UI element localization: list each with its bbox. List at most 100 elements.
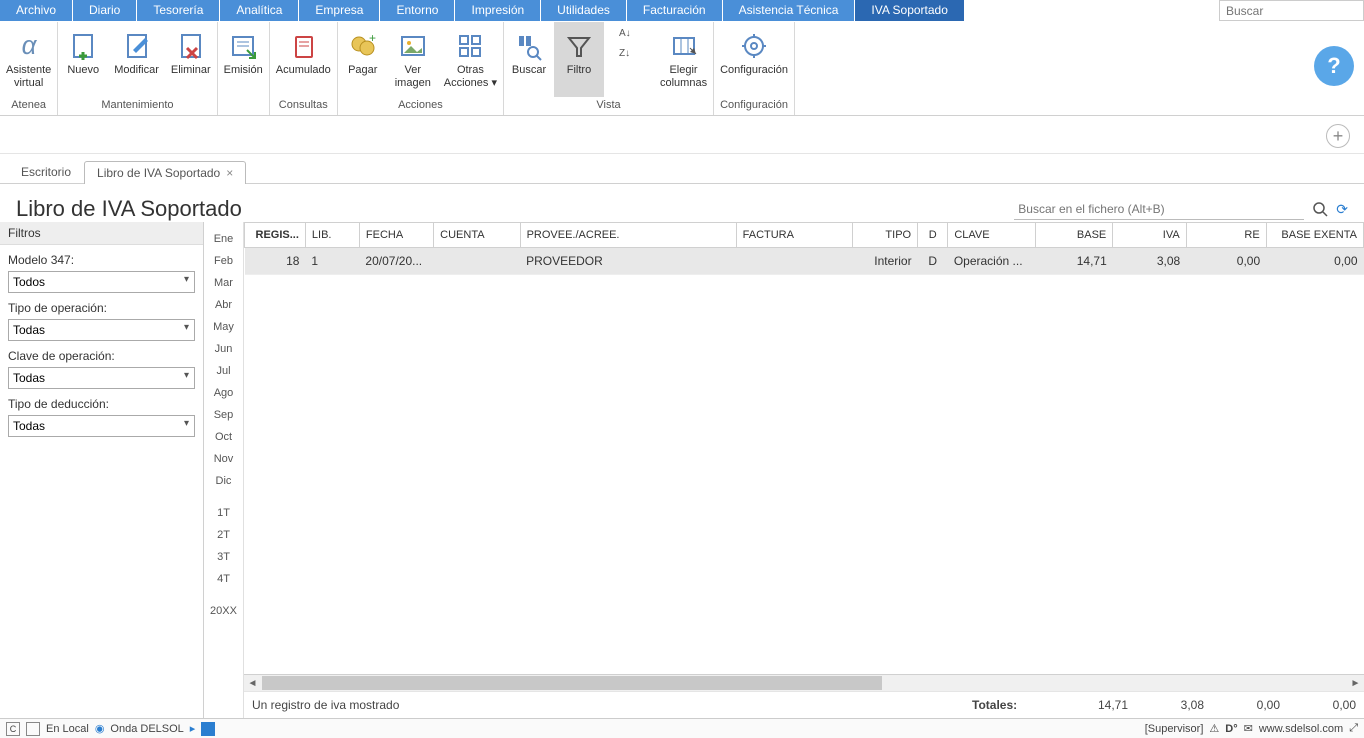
month-1t[interactable]: 1T [204, 502, 243, 524]
status-c-icon[interactable]: C [6, 722, 20, 736]
col-header[interactable]: D [918, 223, 948, 248]
month-4t[interactable]: 4T [204, 568, 243, 590]
total-value: 14,71 [1052, 698, 1128, 712]
month-sep[interactable]: Sep [204, 404, 243, 426]
menu-analítica[interactable]: Analítica [220, 0, 299, 21]
month-feb[interactable]: Feb [204, 250, 243, 272]
col-header[interactable]: FACTURA [736, 223, 853, 248]
totals-label: Totales: [972, 698, 1052, 712]
delete-icon [175, 30, 207, 62]
refresh-icon[interactable]: ⟳ [1336, 201, 1348, 218]
warning-icon[interactable]: ⚠ [1209, 722, 1219, 735]
sort-icon: A↓Z↓ [613, 30, 645, 62]
month-ago[interactable]: Ago [204, 382, 243, 404]
month-filter-column: EneFebMarAbrMayJunJulAgoSepOctNovDic 1T2T… [204, 222, 244, 718]
ribbon-btn-label: Emisión [224, 64, 263, 77]
month-nov[interactable]: Nov [204, 448, 243, 470]
month-3t[interactable]: 3T [204, 546, 243, 568]
mail-icon[interactable]: ✉ [1244, 722, 1253, 735]
status-box-icon[interactable] [26, 722, 40, 736]
menu-tesorería[interactable]: Tesorería [137, 0, 220, 21]
menu-impresión[interactable]: Impresión [455, 0, 541, 21]
status-url[interactable]: www.sdelsol.com [1259, 723, 1343, 735]
filter-select-2[interactable]: Todas [8, 367, 195, 389]
month-mar[interactable]: Mar [204, 272, 243, 294]
close-icon[interactable]: × [226, 166, 233, 180]
month-dic[interactable]: Dic [204, 470, 243, 492]
total-value: 0,00 [1204, 698, 1280, 712]
search-icon[interactable] [1312, 201, 1328, 217]
d-icon[interactable]: D° [1225, 723, 1237, 735]
status-onda[interactable]: Onda DELSOL [110, 723, 183, 735]
emit-icon [227, 30, 259, 62]
ribbon-btn-label: Buscar [512, 64, 546, 77]
month-20xx[interactable]: 20XX [204, 600, 243, 622]
ribbon-btn-asistente[interactable]: αAsistente virtual [0, 22, 57, 97]
col-header[interactable]: CUENTA [434, 223, 520, 248]
menu-facturación[interactable]: Facturación [627, 0, 723, 21]
menu-utilidades[interactable]: Utilidades [541, 0, 627, 21]
menu-iva-soportado[interactable]: IVA Soportado [855, 0, 965, 21]
col-header[interactable]: LIB. [305, 223, 359, 248]
play-icon[interactable]: ▸ [190, 722, 196, 735]
table-scroll[interactable]: REGIS...LIB.FECHACUENTAPROVEE./ACREE.FAC… [244, 222, 1364, 674]
menu-diario[interactable]: Diario [73, 0, 137, 21]
status-calendar-icon[interactable] [201, 722, 215, 736]
ribbon-btn-eliminar[interactable]: Eliminar [165, 22, 217, 97]
ribbon-btn-filtro[interactable]: Filtro [554, 22, 604, 97]
file-search-input[interactable] [1014, 199, 1304, 220]
month-oct[interactable]: Oct [204, 426, 243, 448]
month-ene[interactable]: Ene [204, 228, 243, 250]
filter-select-1[interactable]: Todas [8, 319, 195, 341]
scroll-left-icon[interactable]: ◄ [244, 675, 261, 692]
global-search-input[interactable] [1219, 0, 1364, 21]
ribbon-btn-buscar[interactable]: Buscar [504, 22, 554, 97]
col-header[interactable]: BASE [1035, 223, 1113, 248]
col-header[interactable]: CLAVE [948, 223, 1035, 248]
ribbon-btn-otras[interactable]: Otras Acciones ▾ [438, 22, 503, 97]
col-header[interactable]: BASE EXENTA [1266, 223, 1363, 248]
add-button[interactable]: + [1326, 124, 1350, 148]
col-header[interactable]: FECHA [359, 223, 433, 248]
month-2t[interactable]: 2T [204, 524, 243, 546]
col-header[interactable]: REGIS... [245, 223, 306, 248]
filter-select-3[interactable]: Todas [8, 415, 195, 437]
month-jun[interactable]: Jun [204, 338, 243, 360]
month-may[interactable]: May [204, 316, 243, 338]
month-abr[interactable]: Abr [204, 294, 243, 316]
tab-escritorio[interactable]: Escritorio [8, 160, 84, 183]
document-tabs: EscritorioLibro de IVA Soportado× [0, 160, 1364, 184]
menu-asistencia-técnica[interactable]: Asistencia Técnica [723, 0, 856, 21]
ribbon-group-Atenea: αAsistente virtualAtenea [0, 22, 58, 115]
tab-libro-de-iva-soportado[interactable]: Libro de IVA Soportado× [84, 161, 246, 184]
col-header[interactable]: PROVEE./ACREE. [520, 223, 736, 248]
menu-entorno[interactable]: Entorno [380, 0, 455, 21]
help-button[interactable]: ? [1314, 46, 1354, 86]
horizontal-scrollbar[interactable]: ◄ ► [244, 674, 1364, 691]
menu-empresa[interactable]: Empresa [299, 0, 380, 21]
ribbon-btn-nuevo[interactable]: Nuevo [58, 22, 108, 97]
ribbon-btn-modificar[interactable]: Modificar [108, 22, 165, 97]
filter-select-0[interactable]: Todos [8, 271, 195, 293]
ribbon-btn-label: Modificar [114, 64, 159, 77]
month-jul[interactable]: Jul [204, 360, 243, 382]
table-row[interactable]: 18120/07/20...PROVEEDORInteriorDOperació… [245, 248, 1364, 275]
col-header[interactable]: TIPO [853, 223, 918, 248]
ribbon-btn-sort[interactable]: A↓Z↓ [604, 22, 654, 97]
ribbon-btn-emisi-n[interactable]: Emisión [218, 22, 269, 109]
ribbon-btn-configuraci-n[interactable]: Configuración [714, 22, 794, 97]
scroll-thumb[interactable] [262, 676, 882, 690]
ribbon-btn-acumulado[interactable]: Acumulado [270, 22, 337, 97]
broadcast-icon: ◉ [95, 722, 105, 735]
ribbon-group-title: Consultas [270, 97, 337, 113]
col-header[interactable]: IVA [1113, 223, 1186, 248]
ribbon-group-title: Atenea [0, 97, 57, 113]
ribbon-btn-elegir[interactable]: Elegir columnas [654, 22, 713, 97]
menu-archivo[interactable]: Archivo [0, 0, 73, 21]
col-header[interactable]: RE [1186, 223, 1266, 248]
svg-text:Z↓: Z↓ [619, 48, 630, 59]
ribbon-btn-pagar[interactable]: +Pagar [338, 22, 388, 97]
scroll-right-icon[interactable]: ► [1347, 675, 1364, 692]
expand-icon[interactable]: ⤢ [1349, 722, 1358, 735]
ribbon-btn-ver[interactable]: Ver imagen [388, 22, 438, 97]
